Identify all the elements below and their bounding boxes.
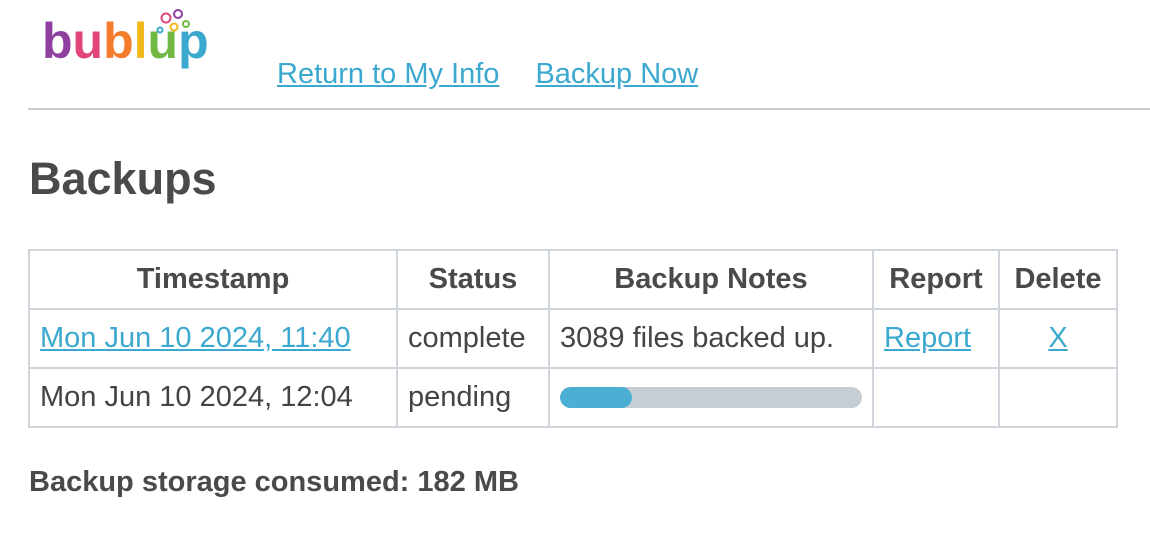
bublup-logo[interactable]: bublup	[40, 6, 230, 76]
status-cell: pending	[396, 367, 550, 428]
storage-consumed-text: Backup storage consumed: 182 MB	[29, 466, 519, 498]
report-cell: Report	[872, 308, 1000, 369]
timestamp-header: Timestamp	[28, 249, 398, 310]
backups-table: Timestamp Status Backup Notes Report Del…	[28, 249, 1118, 428]
top-nav: Return to My Info Backup Now	[277, 58, 698, 91]
status-cell: complete	[396, 308, 550, 369]
status-header: Status	[396, 249, 550, 310]
return-to-my-info-link[interactable]: Return to My Info	[277, 58, 499, 91]
table-row: Mon Jun 10 2024, 11:40 complete 3089 fil…	[28, 308, 1118, 369]
table-row: Mon Jun 10 2024, 12:04 pending	[28, 367, 1118, 428]
backup-progress-fill	[560, 387, 633, 408]
delete-cell: X	[998, 308, 1118, 369]
notes-cell	[548, 367, 874, 428]
timestamp-cell: Mon Jun 10 2024, 11:40	[28, 308, 398, 369]
delete-cell	[998, 367, 1118, 428]
timestamp-cell: Mon Jun 10 2024, 12:04	[28, 367, 398, 428]
page-header: bublup Return to My Info Backup Now	[28, 0, 1150, 110]
delete-header: Delete	[998, 249, 1118, 310]
delete-backup-link[interactable]: X	[1048, 322, 1067, 354]
report-cell	[872, 367, 1000, 428]
svg-text:bublup: bublup	[42, 13, 209, 69]
notes-header: Backup Notes	[548, 249, 874, 310]
report-header: Report	[872, 249, 1000, 310]
backup-timestamp-link[interactable]: Mon Jun 10 2024, 11:40	[40, 322, 351, 354]
page-title: Backups	[29, 153, 217, 204]
backup-now-link[interactable]: Backup Now	[535, 58, 698, 91]
notes-cell: 3089 files backed up.	[548, 308, 874, 369]
table-header-row: Timestamp Status Backup Notes Report Del…	[28, 249, 1118, 310]
backup-progress-bar	[560, 387, 862, 408]
report-link[interactable]: Report	[884, 322, 971, 354]
